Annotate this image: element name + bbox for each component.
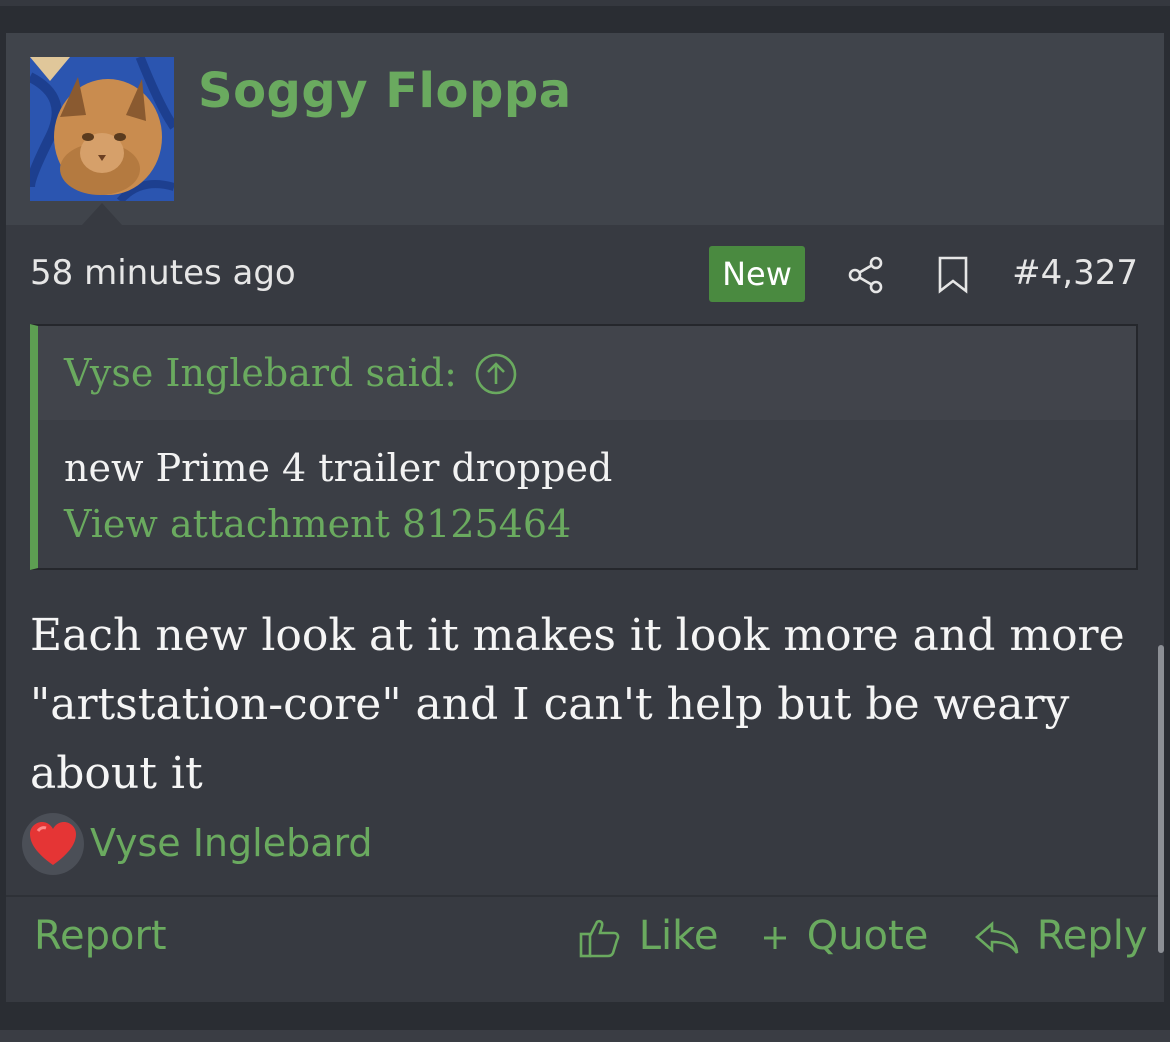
post-timestamp[interactable]: 58 minutes ago	[30, 253, 296, 293]
new-badge: New	[709, 246, 805, 302]
post-number[interactable]: #4,327	[1012, 253, 1138, 293]
quote-label: Quote	[806, 913, 929, 959]
reply-button[interactable]: Reply	[974, 913, 1148, 959]
heart-icon	[22, 813, 84, 875]
reply-arrow-icon	[974, 913, 1037, 959]
footer-divider	[6, 895, 1164, 897]
report-button[interactable]: Report	[34, 913, 167, 959]
reaction-user[interactable]: Vyse Inglebard	[90, 821, 373, 865]
avatar-pointer	[82, 203, 122, 225]
plus-icon	[760, 913, 807, 959]
attachment-link[interactable]: View attachment 8125464	[64, 502, 571, 546]
thumbs-up-icon	[578, 913, 639, 959]
report-label: Report	[34, 913, 167, 959]
username[interactable]: Soggy Floppa	[198, 63, 572, 119]
quote-header: Vyse Inglebard said:	[38, 326, 1136, 420]
quote-text: new Prime 4 trailer dropped	[64, 446, 613, 490]
post-header: Soggy Floppa	[6, 33, 1164, 225]
avatar[interactable]	[30, 57, 174, 201]
quote-block: Vyse Inglebard said: new Prime 4 trailer…	[30, 324, 1138, 570]
bookmark-icon[interactable]	[936, 255, 970, 295]
scrollbar[interactable]	[1158, 645, 1164, 953]
share-icon[interactable]	[846, 255, 886, 295]
next-post-edge	[0, 1030, 1170, 1042]
forum-post: Soggy Floppa 58 minutes ago New #4,327 V…	[6, 33, 1164, 1002]
previous-post-edge	[0, 0, 1170, 6]
post-meta: 58 minutes ago New #4,327	[6, 245, 1164, 305]
post-message: Each new look at it makes it look more a…	[30, 610, 1125, 799]
like-label: Like	[638, 913, 719, 959]
reply-label: Reply	[1036, 913, 1148, 959]
arrow-up-circle-icon[interactable]	[474, 352, 518, 396]
quote-author[interactable]: Vyse Inglebard said:	[64, 351, 457, 395]
like-button[interactable]: Like	[578, 913, 718, 960]
quote-button[interactable]: Quote	[760, 913, 928, 959]
